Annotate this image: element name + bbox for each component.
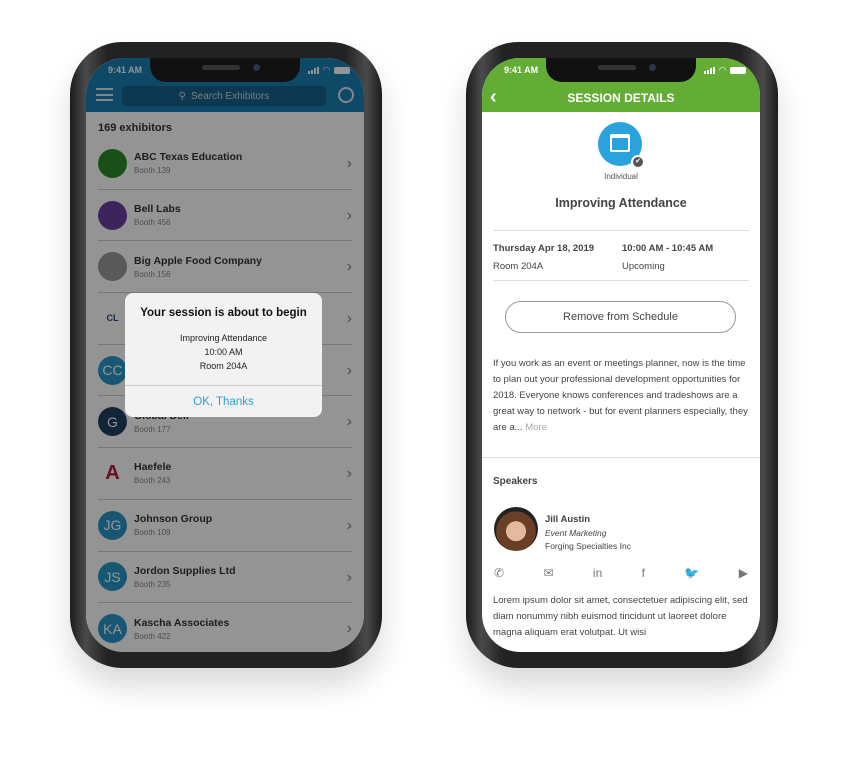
phone-right: 9:41 AM ◠ ‹ SESSION DETAILS ✔ Individual … [466, 42, 778, 668]
email-icon[interactable]: ✉ [543, 566, 553, 580]
speaker-avatar[interactable] [494, 507, 538, 551]
wifi-icon: ◠ [719, 65, 726, 75]
session-state: Upcoming [622, 261, 665, 272]
exhibitors-screen: 9:41 AM ◠ ⚲ Search Exhibitors 169 exhibito… [86, 58, 364, 652]
alert-time: 10:00 AM [204, 347, 243, 357]
session-description: If you work as an event or meetings plan… [493, 356, 749, 436]
youtube-icon[interactable]: ▶ [739, 566, 748, 580]
speaker-role: Event Marketing [545, 528, 607, 538]
session-title: Improving Attendance [555, 196, 687, 210]
notch [546, 58, 696, 82]
alert-session: Improving Attendance [179, 333, 268, 343]
divider [482, 457, 760, 458]
linkedin-icon[interactable]: in [593, 566, 602, 580]
twitter-icon[interactable]: 🐦 [684, 566, 699, 580]
alert-room: Room 204A [199, 361, 248, 371]
session-time: 10:00 AM - 10:45 AM [622, 243, 714, 254]
session-details-screen: 9:41 AM ◠ ‹ SESSION DETAILS ✔ Individual … [482, 58, 760, 652]
session-type: Individual [604, 172, 638, 181]
page-title: SESSION DETAILS [567, 91, 675, 105]
check-icon: ✔ [631, 155, 645, 169]
session-body: ✔ Individual Improving Attendance Thursd… [482, 112, 760, 652]
facebook-icon[interactable]: f [642, 566, 645, 580]
battery-icon [730, 67, 746, 74]
status-time: 9:41 AM [504, 65, 539, 75]
phone-left: 9:41 AM ◠ ⚲ Search Exhibitors 169 exhibito… [70, 42, 382, 668]
session-room: Room 204A [493, 261, 544, 272]
speakers-heading: Speakers [493, 476, 538, 487]
session-date: Thursday Apr 18, 2019 [493, 243, 595, 254]
speaker-company: Forging Specialties Inc [545, 541, 631, 551]
phone-icon[interactable]: ✆ [494, 566, 504, 580]
divider [493, 280, 749, 281]
ok-thanks-button[interactable]: OK, Thanks [125, 385, 322, 417]
remove-from-schedule-button[interactable]: Remove from Schedule [505, 301, 736, 333]
calendar-icon: ✔ [598, 122, 645, 169]
session-alert: Your session is about to begin Improving… [125, 293, 322, 417]
signal-icon [704, 67, 716, 74]
social-links: ✆ ✉ in f 🐦 ▶ [494, 566, 748, 580]
divider [493, 230, 749, 231]
alert-title: Your session is about to begin [140, 307, 307, 319]
more-link[interactable]: More [525, 422, 547, 433]
notch [150, 58, 300, 82]
speaker-name[interactable]: Jill Austin [545, 514, 590, 525]
speaker-bio: Lorem ipsum dolor sit amet, consectetuer… [493, 595, 748, 638]
